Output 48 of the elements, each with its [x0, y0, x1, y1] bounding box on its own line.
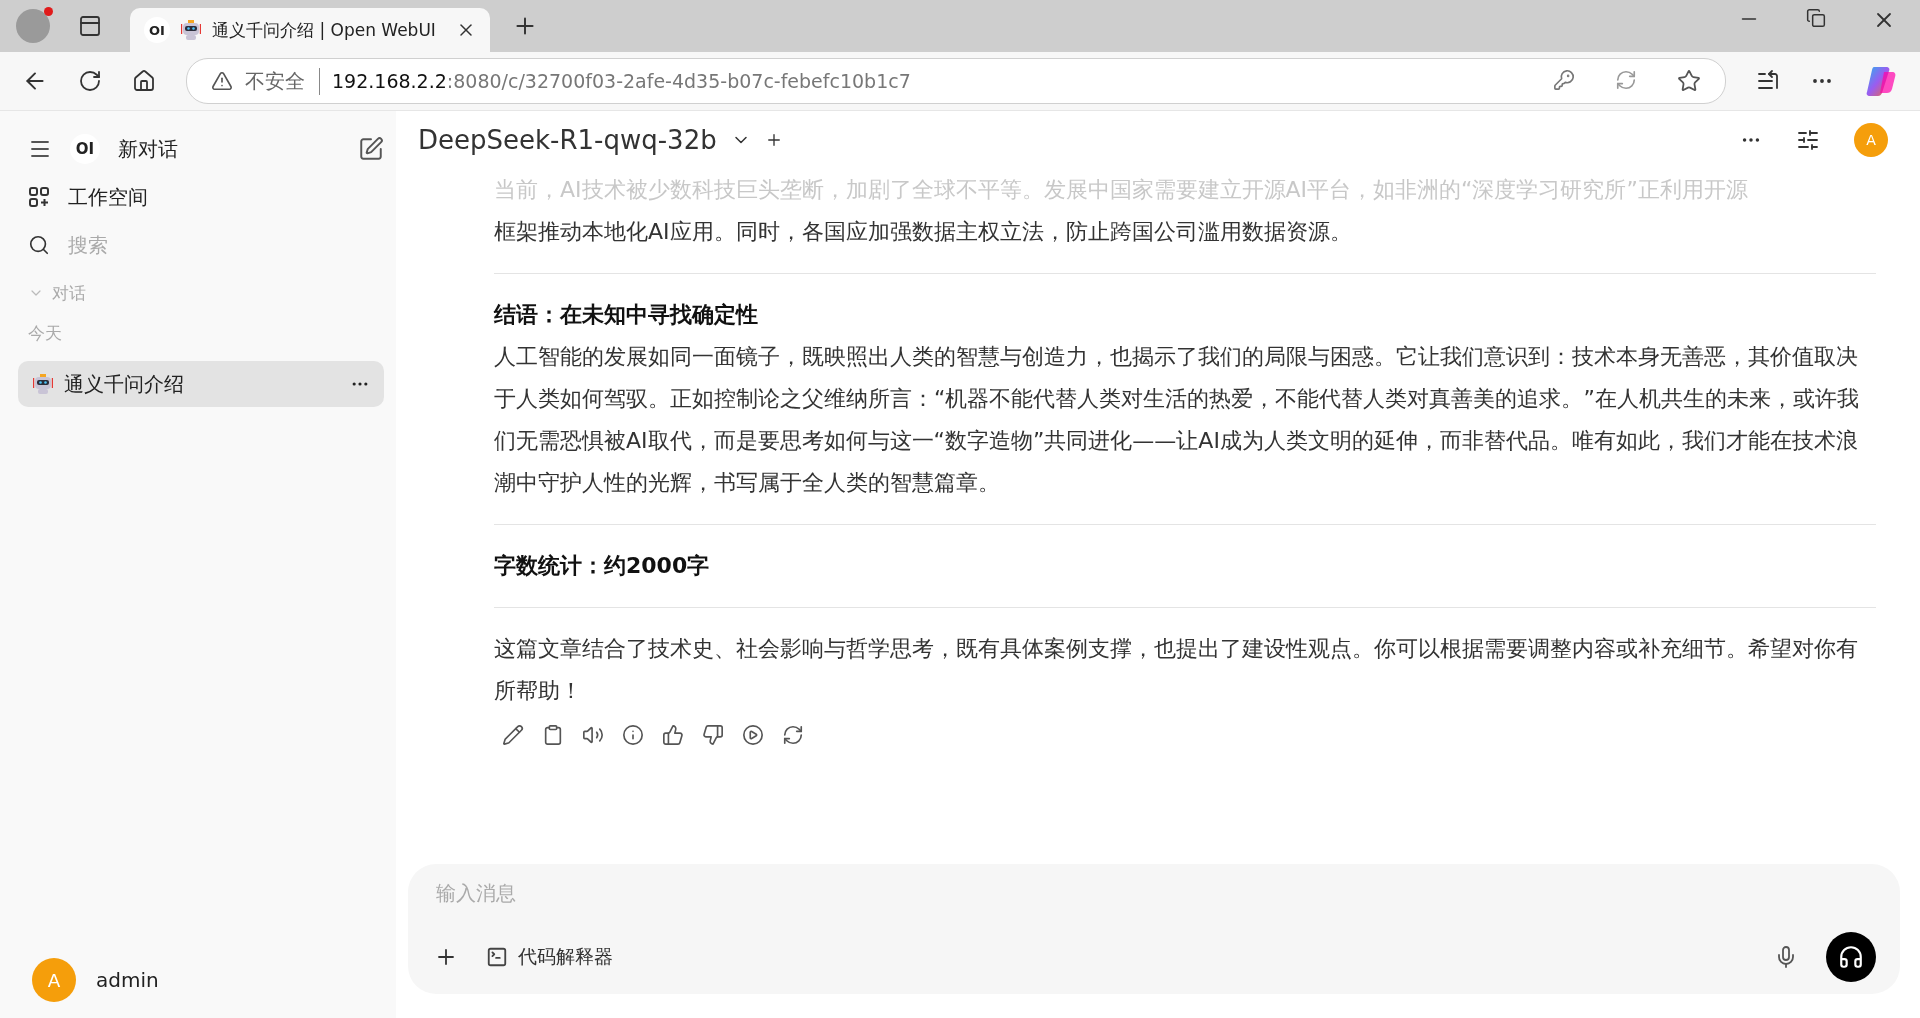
new-chat-link[interactable]: 新对话	[118, 135, 178, 163]
url-text: 192.168.2.2:8080/c/32700f03-2afe-4d35-b07c-febefc10b1c7	[332, 70, 912, 92]
workspace-link[interactable]: 工作空间	[68, 183, 148, 211]
tab-actions-icon[interactable]	[78, 14, 102, 38]
play-icon[interactable]	[742, 724, 764, 746]
warning-icon	[211, 70, 233, 92]
copy-icon[interactable]	[542, 724, 564, 746]
code-interpreter-button[interactable]: 代码解释器	[486, 944, 613, 970]
user-name[interactable]: admin	[96, 968, 159, 992]
message-input[interactable]: 输入消息 代码解释器	[408, 864, 1900, 994]
robot-icon	[32, 373, 54, 395]
headphones-icon	[1838, 944, 1864, 970]
restore-icon[interactable]	[1806, 8, 1826, 28]
robot-icon	[180, 19, 202, 41]
edit-icon[interactable]	[358, 136, 384, 162]
section-heading: 字数统计：约2000字	[494, 552, 711, 580]
voice-call-button[interactable]	[1826, 932, 1876, 982]
settings-icon[interactable]	[1796, 128, 1820, 152]
edit-icon[interactable]	[502, 724, 524, 746]
browser-tab[interactable]: OI 通义千问介绍 | Open WebUI	[130, 8, 490, 52]
terminal-icon	[486, 946, 508, 968]
paragraph: 这篇文章结合了技术史、社会影响与哲学思考，既有具体案例支撑，也提出了建设性观点。你可以根据需要调整内容或补充细节。希望对你有所帮助！	[494, 635, 1859, 705]
user-avatar: A	[1854, 123, 1888, 157]
app-logo: OI	[70, 134, 100, 164]
section-heading: 结语：在未知中寻找确定性	[494, 301, 759, 329]
profile-icon[interactable]	[16, 9, 50, 43]
workspace-icon	[28, 186, 50, 208]
regenerate-icon[interactable]	[782, 724, 804, 746]
tab-title: 通义千问介绍 | Open WebUI	[212, 18, 437, 42]
home-icon[interactable]	[132, 69, 156, 93]
user-avatar: A	[32, 958, 76, 1002]
star-icon[interactable]	[1677, 69, 1701, 93]
group-label: 今天	[28, 321, 62, 345]
refresh-icon[interactable]	[1615, 69, 1637, 91]
thumbs-up-icon[interactable]	[662, 724, 684, 746]
paragraph: 框架推动本地化AI应用。同时，各国应加强数据主权立法，防止跨国公司滥用数据资源。	[494, 218, 1353, 246]
key-icon[interactable]	[1553, 69, 1575, 91]
reload-icon[interactable]	[78, 69, 102, 93]
tab-logo: OI	[144, 17, 170, 43]
address-bar[interactable]: 不安全 192.168.2.2:8080/c/32700f03-2afe-4d35-b07c-febefc10b1c7	[186, 58, 1726, 104]
speaker-icon[interactable]	[582, 724, 604, 746]
info-icon[interactable]	[622, 724, 644, 746]
paragraph: 人工智能的发展如同一面镜子，既映照出人类的智慧与创造力，也揭示了我们的局限与困惑。它让我们意识到：技术本身无善恶，其价值取决于人类如何驾驭。正如控制论之父维纳所言：“机器不能代替人类对生活的热爱，不能代替人类对真善美的追求。”在人机共生的未来，或许我们无需恐惧被AI取代，而是要思考如何与这一“数字造物”共同进化——让AI成为人类文明的延伸，而非替代品。唯有如此，我们才能在技术浪潮中守护人性的光辉，书写属于全人类的智慧篇章。	[494, 343, 1860, 497]
chat-item[interactable]: 通义千问介绍	[18, 361, 384, 407]
thumbs-down-icon[interactable]	[702, 724, 724, 746]
security-label: 不安全	[245, 67, 320, 95]
search-icon	[28, 234, 50, 256]
model-selector[interactable]: DeepSeek-R1-qwq-32b	[418, 125, 717, 155]
